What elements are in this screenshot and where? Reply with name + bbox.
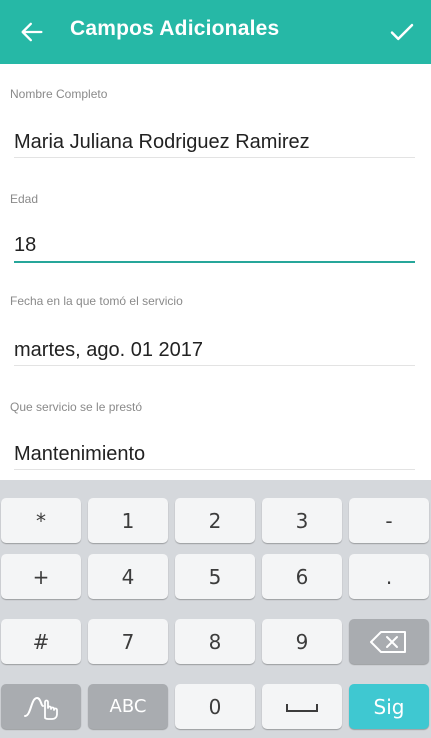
key-3[interactable]: 3 xyxy=(262,498,342,543)
service-type-underline xyxy=(14,469,415,470)
key-7[interactable]: 7 xyxy=(88,619,168,664)
key-asterisk[interactable]: * xyxy=(1,498,81,543)
age-underline xyxy=(14,261,415,263)
service-date-label: Fecha en la que tomó el servicio xyxy=(10,294,183,308)
key-8[interactable]: 8 xyxy=(175,619,255,664)
backspace-icon xyxy=(370,630,406,653)
space-icon xyxy=(286,703,318,712)
key-0[interactable]: 0 xyxy=(175,684,255,729)
key-minus[interactable]: - xyxy=(349,498,429,543)
key-5[interactable]: 5 xyxy=(175,554,255,599)
key-9[interactable]: 9 xyxy=(262,619,342,664)
gesture-typing-key[interactable] xyxy=(1,684,81,729)
key-4[interactable]: 4 xyxy=(88,554,168,599)
check-icon[interactable] xyxy=(387,17,417,47)
service-type-label: Que servicio se le prestó xyxy=(10,400,143,414)
service-date-input[interactable]: martes, ago. 01 2017 xyxy=(14,339,415,362)
key-plus[interactable]: + xyxy=(1,554,81,599)
abc-key[interactable]: ABC xyxy=(88,684,168,729)
numeric-keyboard: * 1 2 3 - + 4 5 6 . # 7 8 9 ABC 0 Sig xyxy=(0,480,431,738)
next-key[interactable]: Sig xyxy=(349,684,429,729)
key-2[interactable]: 2 xyxy=(175,498,255,543)
backspace-key[interactable] xyxy=(349,619,429,664)
key-1[interactable]: 1 xyxy=(88,498,168,543)
service-type-input[interactable]: Mantenimiento xyxy=(14,443,415,466)
key-period[interactable]: . xyxy=(349,554,429,599)
key-hash[interactable]: # xyxy=(1,619,81,664)
arrow-left-icon[interactable] xyxy=(18,18,46,46)
full-name-input[interactable]: Maria Juliana Rodriguez Ramirez xyxy=(14,131,415,154)
space-key[interactable] xyxy=(262,684,342,729)
service-date-underline xyxy=(14,365,415,366)
page-title: Campos Adicionales xyxy=(70,17,280,40)
swipe-gesture-icon xyxy=(24,696,58,720)
age-label: Edad xyxy=(10,192,39,206)
full-name-label: Nombre Completo xyxy=(10,87,108,101)
key-6[interactable]: 6 xyxy=(262,554,342,599)
full-name-underline xyxy=(14,157,415,158)
app-bar: Campos Adicionales xyxy=(0,0,431,64)
age-input[interactable]: 18 xyxy=(14,234,415,257)
